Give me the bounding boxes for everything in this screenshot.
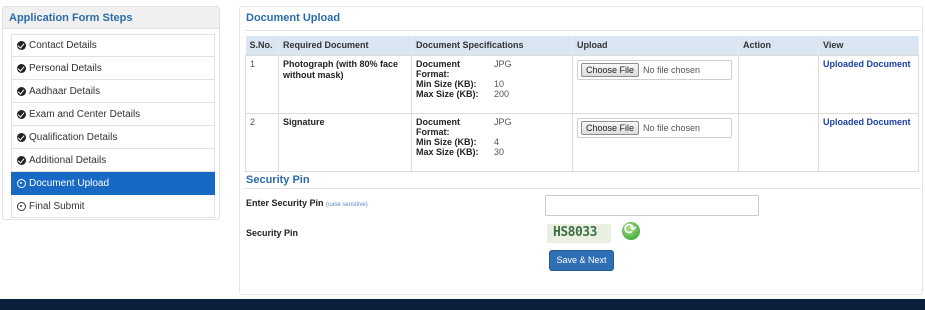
table-header-row: S.No. Required Document Document Specifi… — [245, 36, 919, 55]
col-view: View — [818, 36, 919, 55]
step-additional-details[interactable]: Additional Details — [11, 149, 215, 172]
col-action: Action — [738, 36, 819, 55]
step-exam-center-details[interactable]: Exam and Center Details — [11, 103, 215, 126]
col-required-document: Required Document — [278, 36, 412, 55]
enter-security-pin-label: Enter Security Pin (case sensitive) — [246, 198, 368, 208]
case-sensitive-note: (case sensitive) — [326, 202, 368, 208]
spec-max-label: Max Size (KB): — [416, 146, 479, 157]
row-view: Uploaded Document — [818, 112, 919, 172]
choose-file-button[interactable]: Choose File — [581, 120, 640, 135]
step-label: Final Submit — [29, 200, 85, 212]
spec-max-label: Max Size (KB): — [416, 88, 479, 99]
row-sno: 1 — [245, 54, 279, 114]
uploaded-document-link[interactable]: Uploaded Document — [823, 59, 911, 69]
step-label: Document Upload — [29, 177, 110, 189]
signature-file-input[interactable]: Choose File No file chosen — [577, 117, 732, 138]
row-document-name: Photograph (with 80% face without mask) — [278, 54, 412, 114]
check-circle-icon — [17, 109, 26, 119]
col-upload: Upload — [572, 36, 739, 55]
refresh-captcha-icon[interactable] — [622, 220, 640, 240]
row-action — [738, 54, 819, 114]
security-pin-input[interactable] — [545, 195, 759, 216]
check-circle-icon — [17, 63, 26, 73]
step-document-upload[interactable]: Document Upload — [11, 172, 215, 195]
choose-file-button[interactable]: Choose File — [581, 62, 640, 77]
spec-min-value: 4 — [494, 136, 500, 147]
main-panel: Document Upload S.No. Required Document … — [239, 6, 923, 295]
file-status: No file chosen — [643, 122, 701, 133]
step-label: Additional Details — [29, 154, 107, 166]
col-specifications: Document Specifications — [411, 36, 573, 55]
step-label: Contact Details — [29, 40, 97, 51]
spec-min-value: 10 — [494, 78, 505, 89]
row-upload: Choose File No file chosen — [572, 54, 739, 114]
spec-min-label: Min Size (KB): — [416, 136, 477, 147]
check-circle-icon — [17, 155, 26, 165]
row-document-name: Signature — [278, 112, 412, 172]
security-pin-title: Security Pin — [246, 174, 310, 186]
check-circle-icon — [17, 41, 26, 50]
steps-title: Application Form Steps — [3, 7, 219, 29]
step-label: Aadhaar Details — [29, 85, 101, 97]
application-steps-panel: Application Form Steps Contact Details P… — [2, 6, 220, 220]
enter-pin-text: Enter Security Pin — [246, 198, 324, 208]
photo-file-input[interactable]: Choose File No file chosen — [577, 59, 732, 80]
uploaded-document-link[interactable]: Uploaded Document — [823, 117, 911, 127]
step-personal-details[interactable]: Personal Details — [11, 57, 215, 80]
spec-format-value: JPG — [494, 58, 512, 69]
divider — [245, 30, 921, 31]
dot-circle-icon — [17, 201, 26, 211]
steps-list: Contact Details Personal Details Aadhaar… — [11, 34, 215, 218]
row-action — [738, 112, 819, 172]
spec-min-label: Min Size (KB): — [416, 78, 477, 89]
table-row: 2 Signature Document Format: JPG Min Size… — [245, 112, 919, 172]
spec-format-label: Document Format: — [416, 58, 461, 79]
spec-max-value: 30 — [494, 146, 505, 157]
row-view: Uploaded Document — [818, 54, 919, 114]
step-qualification-details[interactable]: Qualification Details — [11, 126, 215, 149]
footer-bar — [0, 299, 925, 310]
check-circle-icon — [17, 132, 26, 142]
table-row: 1 Photograph (with 80% face without mask… — [245, 54, 919, 114]
step-final-submit[interactable]: Final Submit — [11, 195, 215, 218]
check-circle-icon — [17, 86, 26, 96]
spec-format-label: Document Format: — [416, 116, 461, 137]
document-upload-title: Document Upload — [246, 12, 341, 24]
spec-format-value: JPG — [494, 116, 512, 127]
step-contact-details[interactable]: Contact Details — [11, 34, 215, 57]
spec-max-value: 200 — [494, 88, 510, 99]
step-aadhaar-details[interactable]: Aadhaar Details — [11, 80, 215, 103]
save-next-button[interactable]: Save & Next — [549, 250, 614, 271]
col-sno: S.No. — [245, 36, 279, 55]
dot-circle-icon — [17, 178, 26, 188]
file-status: No file chosen — [643, 64, 701, 75]
security-pin-label: Security Pin — [246, 228, 299, 238]
step-label: Qualification Details — [29, 131, 118, 143]
row-specifications: Document Format: JPG Min Size (KB): 4 Max … — [411, 112, 573, 172]
captcha-image: HS8033 — [547, 224, 611, 243]
step-label: Personal Details — [29, 62, 102, 74]
row-specifications: Document Format: JPG Min Size (KB): 10 Max… — [411, 54, 573, 114]
step-label: Exam and Center Details — [29, 108, 141, 120]
divider — [245, 188, 921, 189]
row-upload: Choose File No file chosen — [572, 112, 739, 172]
documents-table: S.No. Required Document Document Specifi… — [245, 36, 919, 172]
row-sno: 2 — [245, 112, 279, 172]
